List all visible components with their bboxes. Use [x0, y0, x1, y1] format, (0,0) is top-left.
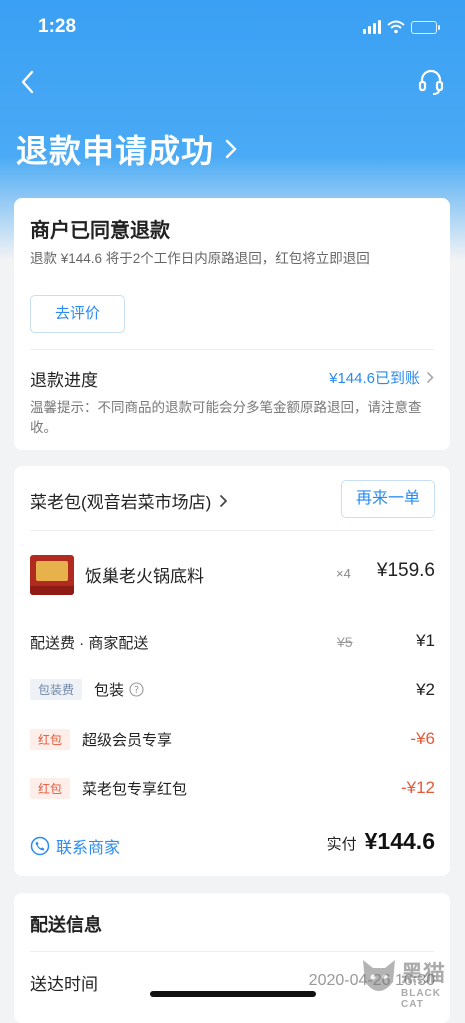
- help-icon[interactable]: ?: [129, 682, 144, 697]
- product-price: ¥159.6: [376, 560, 435, 581]
- svg-text:?: ?: [134, 685, 139, 696]
- packing-row: 包装费 包装 ?: [30, 679, 144, 700]
- refund-progress-link[interactable]: ¥144.6已到账: [329, 367, 434, 388]
- cat-logo-icon: [363, 960, 395, 991]
- contact-merchant-label: 联系商家: [56, 840, 121, 857]
- chevron-right-icon: [426, 371, 434, 384]
- battery-icon: [411, 20, 440, 34]
- contact-merchant-button[interactable]: 联系商家: [30, 834, 120, 858]
- page-title-text: 退款申请成功: [16, 133, 215, 169]
- packing-tag: 包装费: [30, 679, 83, 700]
- refund-heading: 商户已同意退款: [30, 220, 170, 242]
- watermark-text: 黑猫: [401, 961, 446, 986]
- coupon-label: 超级会员专享: [82, 732, 173, 749]
- status-bar: 1:28: [0, 0, 465, 56]
- packing-price: ¥2: [416, 680, 435, 699]
- wifi-icon: [387, 20, 405, 34]
- refund-status-card: 商户已同意退款 退款 ¥144.6 将于2个工作日内原路退回，红包将立即退回 去…: [14, 198, 450, 450]
- customer-service-icon[interactable]: [417, 68, 445, 96]
- phone-icon: [30, 836, 50, 856]
- divider: [30, 951, 434, 952]
- product-name: 饭巢老火锅底料: [85, 567, 204, 586]
- divider: [30, 349, 434, 350]
- refund-subtitle: 退款 ¥144.6 将于2个工作日内原路退回，红包将立即退回: [30, 251, 370, 266]
- delivery-fee-price: ¥1: [416, 631, 435, 650]
- shop-link[interactable]: 菜老包(观音岩菜市场店): [30, 488, 228, 513]
- coupon-row: 红包 超级会员专享: [30, 729, 172, 750]
- refund-progress-label: 退款进度: [30, 371, 98, 390]
- chevron-right-icon: [220, 494, 228, 507]
- packing-label: 包装: [94, 682, 125, 699]
- coupon-tag: 红包: [30, 778, 71, 799]
- chevron-right-icon: [225, 139, 237, 159]
- watermark: 黑猫 BLACK CAT: [359, 956, 457, 1010]
- divider: [30, 530, 434, 531]
- delivery-fee-label: 配送费 · 商家配送: [30, 635, 149, 652]
- product-quantity: ×4: [336, 566, 351, 581]
- home-indicator[interactable]: [150, 991, 316, 997]
- refund-tip: 温馨提示：不同商品的退款可能会分多笔金额原路退回，请注意查收。: [30, 400, 422, 435]
- delivery-info-heading: 配送信息: [30, 915, 102, 935]
- coupon-amount: -¥12: [400, 778, 435, 797]
- delivery-fee-original: ¥5: [337, 634, 353, 650]
- rate-button[interactable]: 去评价: [30, 295, 125, 333]
- coupon-tag: 红包: [30, 729, 71, 750]
- back-icon[interactable]: [16, 66, 44, 98]
- paid-total: 实付 ¥144.6: [327, 828, 435, 855]
- coupon-label: 菜老包专享红包: [82, 781, 188, 798]
- shop-name: 菜老包(观音岩菜市场店): [30, 493, 212, 512]
- order-card: 菜老包(观音岩菜市场店) 再来一单 饭巢老火锅底料 ×4 ¥159.6 配送费 …: [14, 466, 450, 876]
- reorder-button[interactable]: 再来一单: [341, 480, 435, 518]
- product-image[interactable]: [30, 555, 74, 595]
- paid-value: ¥144.6: [364, 828, 435, 854]
- refund-progress-value: ¥144.6已到账: [329, 370, 420, 387]
- paid-label: 实付: [326, 836, 357, 853]
- delivery-time-label: 送达时间: [30, 975, 98, 994]
- coupon-row: 红包 菜老包专享红包: [30, 778, 187, 799]
- coupon-amount: -¥6: [410, 729, 435, 748]
- status-time: 1:28: [38, 16, 77, 37]
- signal-icon: [363, 20, 381, 34]
- page-title[interactable]: 退款申请成功: [16, 126, 238, 172]
